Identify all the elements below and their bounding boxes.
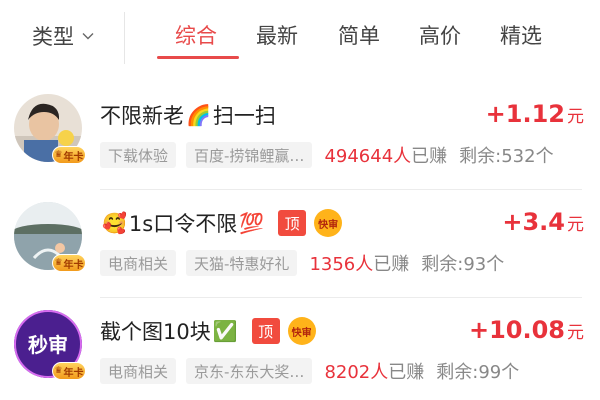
task-meta: 电商相关 天猫-特惠好礼 1356人 已赚 剩余:93个 (100, 250, 586, 276)
task-title: 不限新老 🌈 扫一扫 (100, 103, 276, 128)
crown-icon: ♛ (54, 366, 63, 376)
vip-badge: ♛ 年卡 (52, 146, 86, 164)
remaining-count: 剩余:99个 (436, 362, 520, 383)
vip-badge: ♛ 年卡 (52, 362, 86, 380)
hundred-points-icon: 💯 (239, 211, 265, 235)
task-title: 截个图10块 ✅ 顶 快审 (100, 316, 316, 346)
list-item[interactable]: 秒审 ♛ 年卡 截个图10块 ✅ 顶 快审 +10.08 元 电商相关 京东-东东… (0, 296, 600, 400)
check-mark-icon: ✅ (212, 319, 238, 343)
store-tag: 天猫-特惠好礼 (186, 250, 298, 276)
fast-review-badge: 快审 (287, 317, 316, 345)
fast-review-badge: 快审 (314, 209, 343, 237)
reward-amount: +10.08 元 (468, 316, 584, 344)
earned-count: 1356人 (309, 254, 374, 275)
reward-amount: +1.12 元 (485, 100, 584, 128)
task-meta: 下载体验 百度-捞锦鲤赢… 494644人 已赚 剩余:532个 (100, 142, 586, 168)
category-tag: 电商相关 (100, 250, 177, 276)
tab-high-price[interactable]: 高价 (419, 20, 461, 52)
crown-icon: ♛ (54, 258, 63, 268)
type-filter-dropdown[interactable]: 类型 (32, 20, 94, 52)
tab-latest[interactable]: 最新 (256, 20, 298, 52)
list-item[interactable]: ♛ 年卡 🥰 1s口令不限 💯 顶 快审 +3.4 元 电商相关 天猫-特惠好礼 … (0, 188, 600, 298)
earned-count: 494644人 (324, 146, 412, 167)
reward-amount: +3.4 元 (502, 208, 584, 236)
filter-divider (124, 12, 125, 64)
remaining-count: 剩余:93个 (421, 254, 505, 275)
store-tag: 百度-捞锦鲤赢… (186, 142, 313, 168)
smiling-face-icon: 🥰 (102, 211, 127, 235)
remaining-count: 剩余:532个 (459, 146, 554, 167)
store-tag: 京东-东东大奖… (186, 358, 313, 384)
crown-icon: ♛ (54, 150, 63, 160)
earned-label: 已赚 (373, 254, 410, 275)
vip-badge: ♛ 年卡 (52, 254, 86, 272)
tab-featured[interactable]: 精选 (500, 20, 542, 52)
tab-simple[interactable]: 简单 (338, 20, 380, 52)
type-filter-label: 类型 (32, 25, 74, 49)
active-tab-indicator (157, 56, 239, 59)
chevron-down-icon (82, 33, 94, 40)
tab-comprehensive[interactable]: 综合 (175, 20, 217, 52)
rainbow-icon: 🌈 (186, 103, 211, 127)
earned-count: 8202人 (324, 362, 389, 383)
earned-label: 已赚 (411, 146, 448, 167)
task-title: 🥰 1s口令不限 💯 顶 快审 (100, 208, 343, 238)
pinned-tag: 顶 (251, 318, 280, 344)
svg-text:秒审: 秒审 (28, 333, 68, 357)
list-item[interactable]: ♛ 年卡 不限新老 🌈 扫一扫 +1.12 元 下载体验 百度-捞锦鲤赢… 494… (0, 80, 600, 190)
category-tag: 下载体验 (100, 142, 177, 168)
category-tag: 电商相关 (100, 358, 177, 384)
pinned-tag: 顶 (278, 210, 307, 236)
task-meta: 电商相关 京东-东东大奖… 8202人 已赚 剩余:99个 (100, 358, 586, 384)
earned-label: 已赚 (388, 362, 425, 383)
filter-bar: 类型 综合 最新 简单 高价 精选 (0, 0, 600, 70)
